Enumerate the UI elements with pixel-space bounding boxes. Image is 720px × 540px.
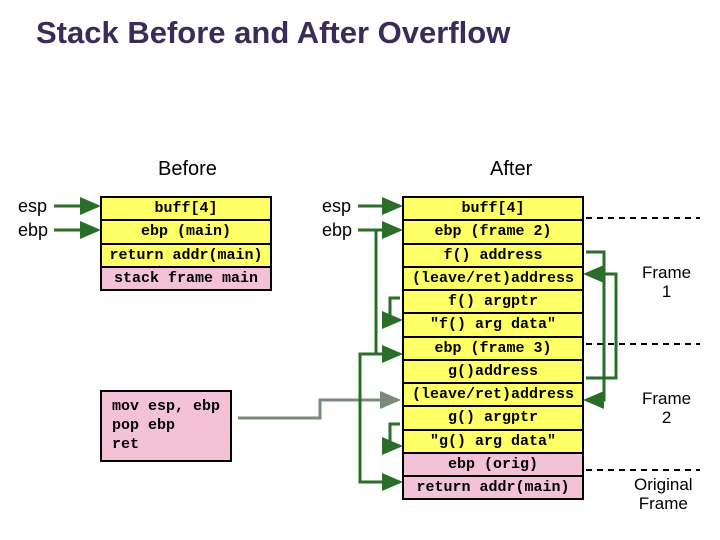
after-cell: "g() arg data" (403, 430, 583, 453)
after-cell: buff[4] (403, 197, 583, 220)
epilogue-code: mov esp, ebppop ebpret (100, 390, 232, 462)
after-cell: return addr(main) (403, 476, 583, 499)
before-cell: buff[4] (101, 197, 271, 220)
after-cell: ebp (orig) (403, 453, 583, 476)
before-stack: buff[4] ebp (main) return addr(main) sta… (100, 196, 272, 291)
after-cell: (leave/ret)address (403, 383, 583, 406)
after-stack: buff[4] ebp (frame 2) f() address (leave… (402, 196, 584, 500)
after-cell: f() argptr (403, 290, 583, 313)
frame-1-label: Frame1 (642, 264, 691, 301)
after-cell: ebp (frame 3) (403, 337, 583, 360)
original-frame-label: OriginalFrame (634, 476, 693, 513)
before-heading: Before (158, 158, 217, 181)
before-esp-label: esp (18, 196, 47, 217)
slide-title: Stack Before and After Overflow (36, 14, 510, 51)
after-esp-label: esp (322, 196, 351, 217)
frame-2-label: Frame2 (642, 390, 691, 427)
after-cell: f() address (403, 244, 583, 267)
before-ebp-label: ebp (18, 220, 48, 241)
before-cell: stack frame main (101, 267, 271, 290)
after-cell: (leave/ret)address (403, 267, 583, 290)
after-cell: "f() arg data" (403, 313, 583, 336)
after-cell: g()address (403, 360, 583, 383)
before-cell: ebp (main) (101, 220, 271, 243)
after-ebp-label: ebp (322, 220, 352, 241)
before-cell: return addr(main) (101, 244, 271, 267)
after-cell: ebp (frame 2) (403, 220, 583, 243)
after-heading: After (490, 158, 532, 181)
after-cell: g() argptr (403, 406, 583, 429)
